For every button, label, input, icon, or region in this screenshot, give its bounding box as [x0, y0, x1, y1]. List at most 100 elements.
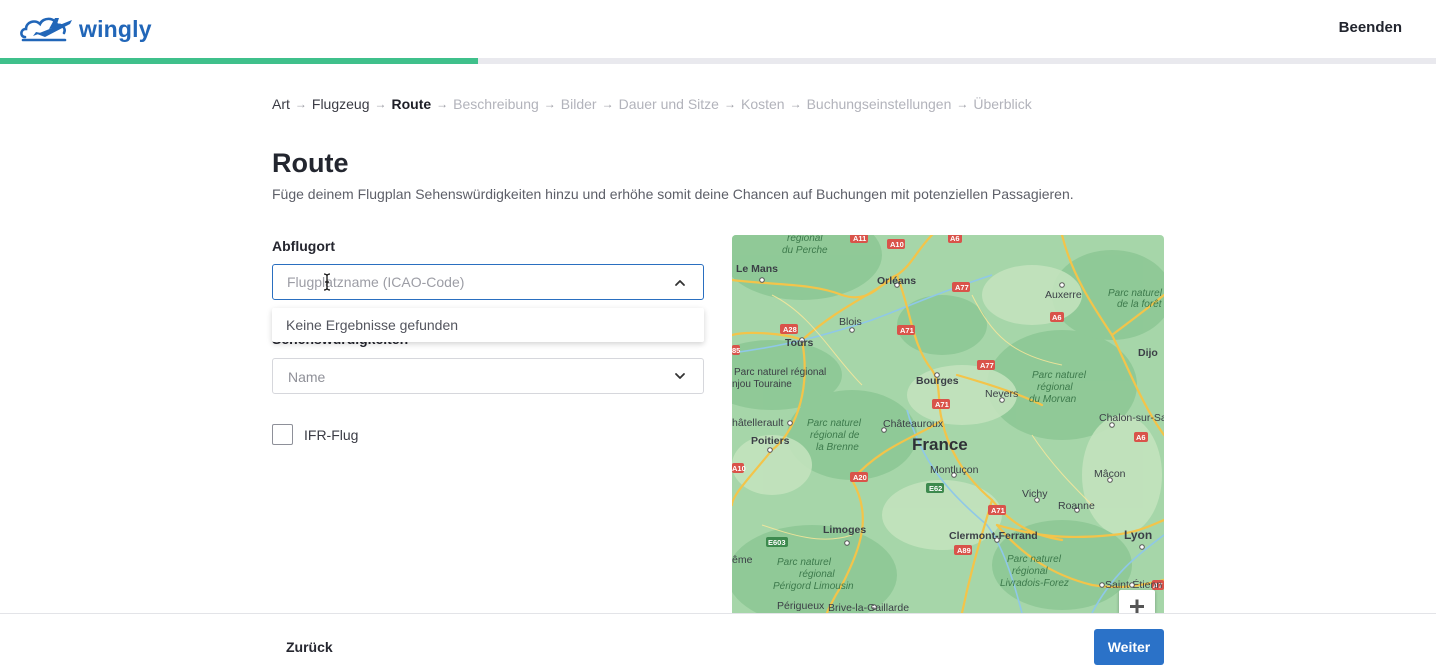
svg-text:Auxerre: Auxerre [1045, 289, 1082, 301]
brand-name: wingly [79, 15, 152, 42]
svg-text:A11: A11 [853, 235, 866, 243]
plane-cloud-icon [20, 17, 72, 42]
svg-text:A10: A10 [732, 464, 746, 473]
breadcrumb-arrow-icon: → [956, 97, 969, 111]
svg-text:Limoges: Limoges [823, 524, 866, 536]
progress-bar [0, 58, 1436, 64]
svg-text:A77: A77 [980, 361, 994, 370]
svg-text:régional: régional [787, 235, 823, 244]
no-results-message: Keine Ergebnisse gefunden [286, 317, 459, 333]
svg-text:régional: régional [1037, 382, 1073, 393]
svg-text:Montluçon: Montluçon [930, 464, 979, 476]
breadcrumb-step-2: Route [391, 96, 432, 112]
top-bar: wingly Beenden [0, 0, 1436, 58]
breadcrumb-arrow-icon: → [789, 97, 802, 111]
svg-text:de la forêt: de la forêt [1117, 299, 1163, 310]
breadcrumb-step-5: Dauer und Sitze [618, 96, 719, 112]
svg-text:E62: E62 [929, 484, 942, 493]
text-cursor-icon [323, 273, 331, 291]
quit-button[interactable]: Beenden [1339, 19, 1402, 36]
breadcrumb: Art → Flugzeug → Route → Beschreibung → Bilder → D… [272, 96, 1032, 112]
svg-text:Brive-la-Gaillarde: Brive-la-Gaillarde [828, 602, 909, 613]
map-country-label: France [912, 435, 968, 454]
breadcrumb-step-6: Kosten [740, 96, 785, 112]
map-zoom-in-button[interactable] [1119, 590, 1155, 614]
svg-text:A20: A20 [853, 473, 867, 482]
svg-text:Clermont-Ferrand: Clermont-Ferrand [949, 530, 1038, 542]
svg-text:Vichy: Vichy [1022, 488, 1048, 500]
svg-text:régional de: régional de [810, 430, 860, 441]
svg-text:A71: A71 [900, 326, 914, 335]
page-subtitle: Füge deinem Flugplan Sehenswürdigkeiten … [272, 186, 1074, 202]
svg-text:Dijo: Dijo [1138, 347, 1158, 359]
svg-text:Tours: Tours [785, 337, 814, 349]
breadcrumb-step-0[interactable]: Art [272, 96, 290, 112]
departure-input-wrapper [272, 264, 704, 300]
svg-text:régional: régional [799, 569, 835, 580]
svg-text:Parc naturel: Parc naturel [1007, 554, 1062, 565]
svg-text:njou Touraine: njou Touraine [732, 379, 792, 390]
footer-bar: Zurück Weiter [0, 613, 1436, 672]
svg-text:Parc naturel: Parc naturel [1032, 370, 1087, 381]
svg-text:A6: A6 [950, 235, 960, 243]
svg-text:A89: A89 [957, 546, 971, 555]
svg-text:Poitiers: Poitiers [751, 435, 790, 447]
svg-text:85: 85 [732, 346, 740, 355]
svg-text:A6: A6 [1052, 313, 1062, 322]
svg-text:Le Mans: Le Mans [736, 263, 778, 275]
svg-text:régional: régional [1012, 566, 1048, 577]
svg-text:hâtellerault: hâtellerault [732, 417, 783, 429]
svg-text:A71: A71 [991, 506, 1005, 515]
svg-text:la Brenne: la Brenne [816, 442, 859, 453]
breadcrumb-arrow-icon: → [543, 97, 556, 111]
breadcrumb-arrow-icon: → [294, 97, 307, 111]
svg-text:du Morvan: du Morvan [1029, 394, 1077, 405]
svg-text:du Perche: du Perche [782, 245, 828, 256]
back-button[interactable]: Zurück [286, 639, 333, 655]
svg-text:Parc naturel: Parc naturel [1108, 288, 1163, 299]
svg-text:Blois: Blois [839, 316, 862, 328]
svg-text:Périgord Limousin: Périgord Limousin [773, 581, 854, 592]
svg-text:Roanne: Roanne [1058, 500, 1095, 512]
svg-text:ême: ême [732, 554, 753, 566]
departure-dropdown: Keine Ergebnisse gefunden [272, 308, 704, 342]
breadcrumb-arrow-icon: → [374, 97, 387, 111]
breadcrumb-step-4: Bilder [560, 96, 597, 112]
svg-text:Bourges: Bourges [916, 375, 959, 387]
ifr-checkbox[interactable] [272, 424, 293, 445]
route-map[interactable]: A11 A10 A6 A77 A6 A28 A71 A77 A71 A6 A20… [732, 235, 1164, 613]
svg-text:A71: A71 [935, 400, 949, 409]
page-title: Route [272, 148, 349, 178]
breadcrumb-step-8: Überblick [973, 96, 1032, 112]
breadcrumb-arrow-icon: → [601, 97, 614, 111]
breadcrumb-step-7: Buchungseinstellungen [806, 96, 952, 112]
svg-text:Périgueux: Périgueux [777, 600, 825, 612]
departure-label: Abflugort [272, 238, 335, 254]
svg-text:Nevers: Nevers [985, 388, 1018, 400]
sights-placeholder: Name [288, 369, 326, 385]
svg-text:A6: A6 [1136, 433, 1146, 442]
breadcrumb-step-3: Beschreibung [453, 96, 539, 112]
next-button[interactable]: Weiter [1094, 629, 1164, 665]
breadcrumb-arrow-icon: → [436, 97, 449, 111]
svg-text:Livradois-Forez: Livradois-Forez [1000, 578, 1069, 589]
sights-select[interactable]: Name [272, 358, 704, 394]
map-canvas[interactable]: A11 A10 A6 A77 A6 A28 A71 A77 A71 A6 A20… [732, 235, 1164, 613]
plus-icon [1130, 599, 1144, 614]
svg-text:Lyon: Lyon [1124, 528, 1152, 542]
svg-text:Châteauroux: Châteauroux [883, 418, 944, 430]
svg-text:A10: A10 [890, 240, 904, 249]
breadcrumb-step-1[interactable]: Flugzeug [312, 96, 370, 112]
ifr-label: IFR-Flug [304, 426, 359, 443]
breadcrumb-arrow-icon: → [723, 97, 736, 111]
chevron-up-icon[interactable] [673, 276, 687, 290]
ifr-checkbox-row[interactable]: IFR-Flug [272, 424, 358, 445]
chevron-down-icon [675, 373, 685, 379]
svg-text:A77: A77 [955, 283, 969, 292]
svg-text:A28: A28 [783, 325, 797, 334]
svg-text:Chalon-sur-Sa: Chalon-sur-Sa [1099, 412, 1164, 424]
svg-text:Mâcon: Mâcon [1094, 468, 1126, 480]
wingly-logo[interactable]: wingly [19, 13, 152, 45]
svg-text:E603: E603 [768, 538, 786, 547]
svg-text:Parc naturel régional: Parc naturel régional [734, 367, 826, 378]
